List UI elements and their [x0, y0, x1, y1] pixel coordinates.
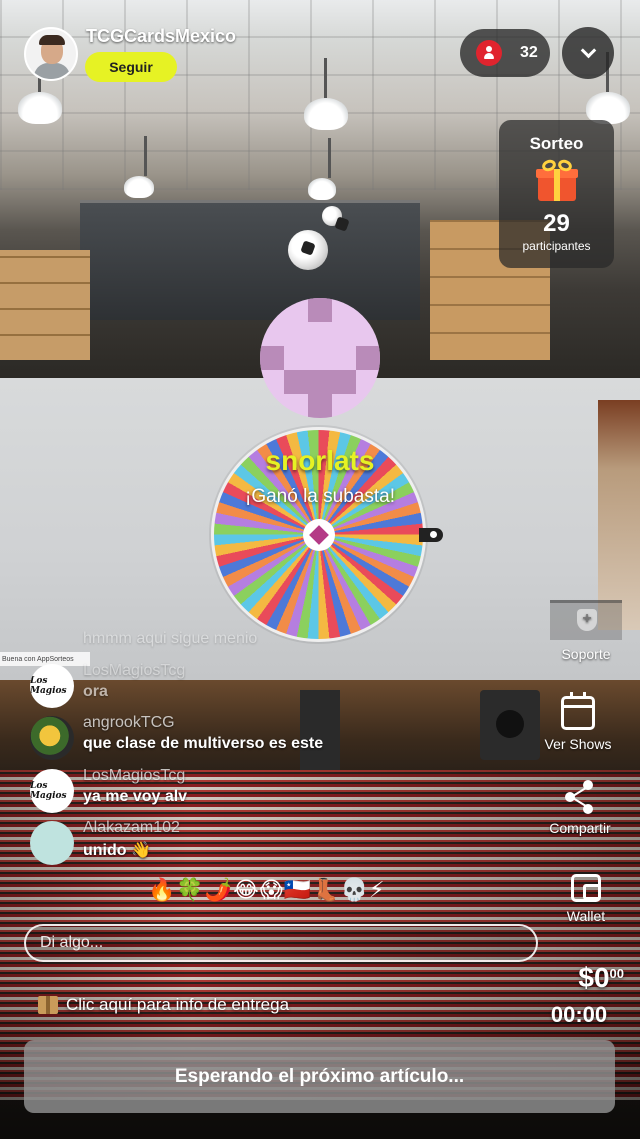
chat-message-text: ora: [83, 683, 108, 700]
streamer-avatar[interactable]: [24, 27, 78, 81]
winner-avatar: [260, 298, 380, 418]
wheel-pointer: [419, 528, 443, 542]
wheel-center: [303, 519, 335, 551]
share-button[interactable]: Compartir: [532, 780, 628, 836]
support-button[interactable]: Soporte: [538, 600, 634, 662]
delivery-info-text: Clic aquí para info de entrega: [66, 995, 290, 1014]
chat-avatar[interactable]: Los Magios: [30, 769, 74, 813]
share-label: Compartir: [549, 820, 611, 836]
chat-message-text: ya me voy alv: [83, 788, 188, 805]
delivery-info-link[interactable]: Clic aquí para info de entrega: [38, 995, 289, 1015]
raffle-participant-count: 29: [543, 210, 570, 237]
chat-message: Los Magios LosMagiosTcg ora: [30, 662, 390, 712]
gift-icon: [536, 157, 578, 202]
wallet-label: Wallet: [566, 908, 606, 924]
chat-message: angrookTCG que clase de multiverso es es…: [30, 714, 390, 764]
support-icon: [550, 600, 622, 640]
viewer-count-pill[interactable]: 32: [460, 29, 550, 77]
auction-winner-message: ¡Ganó la subasta!: [245, 486, 395, 507]
calendar-icon: [561, 692, 595, 730]
chat-message: Alakazam102 unido 👋: [30, 819, 390, 869]
chat-avatar[interactable]: [30, 716, 74, 760]
view-shows-button[interactable]: Ver Shows: [530, 692, 626, 752]
chat-avatar[interactable]: [30, 821, 74, 865]
waiting-next-item-button[interactable]: Esperando el próximo artículo...: [24, 1040, 615, 1113]
chat-message: Los Magios LosMagiosTcg ya me voy alv: [30, 767, 390, 817]
soccer-ball-decoration: [288, 230, 328, 270]
price-main: $0: [578, 962, 610, 993]
viewer-icon: [476, 40, 502, 66]
chevron-down-icon: [580, 42, 596, 58]
collapse-button[interactable]: [562, 27, 614, 79]
chat-username[interactable]: angrookTCG: [83, 714, 175, 732]
package-icon: [38, 996, 58, 1014]
chat-message-text: hmmm aqui sigue menio: [83, 630, 258, 647]
chat-username[interactable]: Alakazam102: [83, 819, 180, 837]
streamer-name[interactable]: TCGCardsMexico: [86, 26, 236, 47]
chat-username[interactable]: LosMagiosTcg: [83, 662, 185, 680]
ceiling-lamp: [308, 138, 336, 200]
follow-button[interactable]: Seguir: [85, 52, 177, 82]
store-wall: [80, 200, 420, 320]
view-shows-label: Ver Shows: [544, 736, 612, 752]
ceiling-lamp: [304, 58, 348, 130]
wallet-icon: [571, 874, 601, 902]
auction-timer: 00:00: [550, 1002, 608, 1027]
share-icon: [563, 780, 597, 814]
raffle-card[interactable]: Sorteo 29 participantes: [499, 120, 614, 268]
support-label: Soporte: [561, 646, 611, 662]
background-object: [598, 400, 640, 630]
current-price: $000: [552, 962, 624, 994]
soccer-ball-decoration: [322, 206, 342, 226]
chat-input[interactable]: [24, 924, 538, 962]
chat-username[interactable]: LosMagiosTcg: [83, 767, 185, 785]
boxes-stack: [0, 250, 90, 360]
chat-message-text: unido 👋: [83, 842, 151, 859]
raffle-participant-label: participantes: [522, 239, 591, 253]
ceiling-lamp: [124, 136, 154, 198]
wheel-logo-icon: [309, 525, 329, 545]
chat-avatar[interactable]: Los Magios: [30, 664, 74, 708]
auction-winner-name: snorlats: [265, 445, 375, 476]
price-cents: 00: [609, 966, 624, 981]
wallet-button[interactable]: Wallet: [538, 874, 634, 924]
viewer-count: 32: [520, 44, 538, 61]
raffle-title: Sorteo: [529, 134, 584, 153]
ceiling-lamp: [18, 52, 62, 124]
chat-message-text: que clase de multiverso es este: [83, 735, 324, 752]
quick-emoji-bar[interactable]: 🔥🍀🌶️😂😱🇨🇱👢💀⚡: [148, 878, 385, 903]
